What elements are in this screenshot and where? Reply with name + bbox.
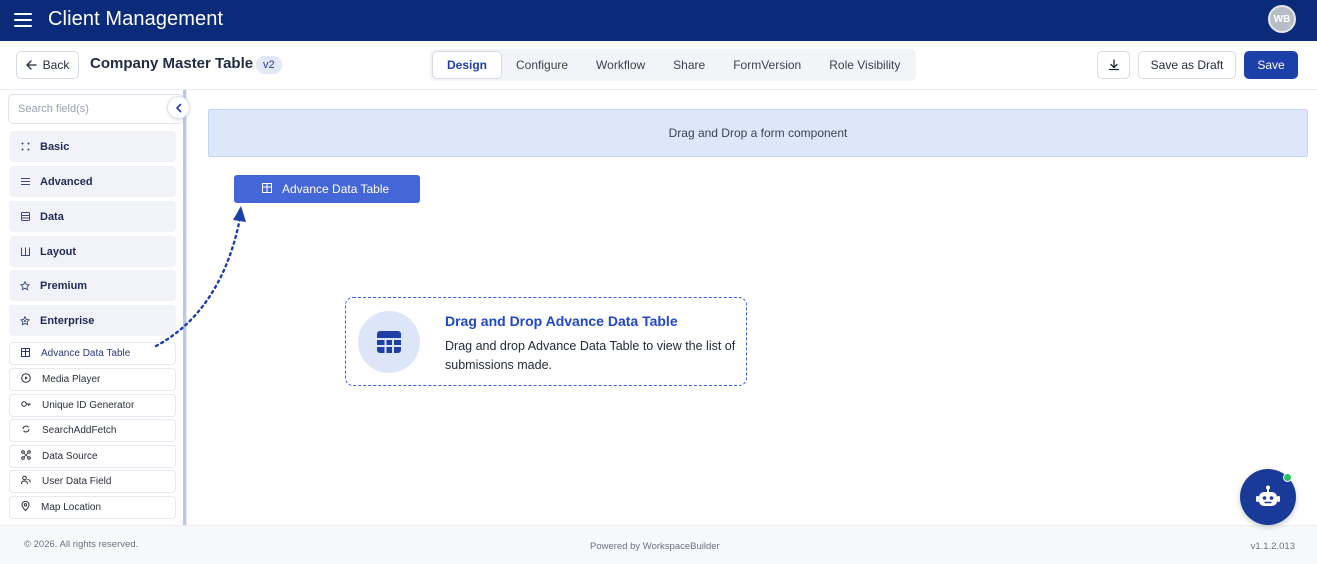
hint-description: Drag and drop Advance Data Table to view… (445, 339, 736, 372)
download-icon (1108, 59, 1119, 71)
fetch-icon (21, 424, 31, 437)
powered-by-text: Powered by WorkspaceBuilder (590, 541, 720, 552)
field-data-source[interactable]: Data Source (9, 445, 176, 468)
tab-share[interactable]: Share (659, 51, 719, 79)
layout-icon (20, 247, 30, 257)
search-placeholder: Search field(s) (18, 103, 89, 115)
collapse-sidebar-button[interactable] (167, 96, 190, 119)
field-label: SearchAddFetch (42, 425, 117, 436)
online-status-dot (1283, 473, 1292, 482)
save-button[interactable]: Save (1244, 51, 1298, 79)
nodes-icon (21, 450, 31, 463)
category-basic[interactable]: Basic (9, 131, 176, 162)
search-input[interactable]: Search field(s) (8, 94, 184, 124)
category-label: Enterprise (40, 314, 95, 327)
tab-design[interactable]: Design (432, 51, 503, 79)
dragged-component[interactable]: Advance Data Table (234, 175, 420, 203)
table-icon (262, 182, 272, 196)
hint-card: Drag and Drop Advance Data Table Drag an… (345, 297, 747, 386)
download-button[interactable] (1097, 51, 1130, 79)
field-media-player[interactable]: Media Player (9, 368, 176, 391)
field-label: Unique ID Generator (42, 400, 135, 411)
field-label: Advance Data Table (41, 348, 131, 359)
footer: © 2026. All rights reserved. Powered by … (0, 525, 1317, 564)
tab-workflow[interactable]: Workflow (582, 51, 659, 79)
dropzone-text: Drag and Drop a form component (668, 126, 848, 140)
map-pin-icon (21, 500, 30, 514)
tab-configure[interactable]: Configure (502, 51, 582, 79)
hint-icon-circle (358, 311, 420, 373)
top-app-bar: Client Management WB (0, 0, 1317, 41)
field-user-data-field[interactable]: User Data Field (9, 470, 176, 493)
database-icon (20, 212, 30, 222)
grid-dots-icon (20, 142, 30, 152)
copyright-text: © 2026. All rights reserved. (24, 539, 139, 550)
form-toolbar: Back Company Master Table v2 Design Conf… (0, 41, 1317, 90)
back-label: Back (42, 58, 70, 72)
hamburger-icon[interactable] (14, 13, 32, 27)
version-text: v1.1.2.013 (1250, 541, 1295, 552)
save-as-draft-button[interactable]: Save as Draft (1138, 51, 1236, 79)
version-badge: v2 (256, 56, 282, 74)
tab-role-visibility[interactable]: Role Visibility (815, 51, 914, 79)
chevron-left-icon (175, 103, 181, 112)
category-label: Data (40, 210, 64, 223)
page-title: Company Master Table (90, 55, 254, 72)
drag-arrow-icon (154, 206, 246, 348)
category-advanced[interactable]: Advanced (9, 166, 176, 197)
users-icon (21, 475, 31, 488)
category-label: Layout (40, 245, 77, 258)
back-button[interactable]: Back (16, 51, 79, 79)
field-label: User Data Field (42, 476, 112, 487)
star-icon (20, 280, 30, 291)
key-icon (21, 399, 31, 412)
category-label: Premium (40, 279, 88, 292)
field-label: Media Player (42, 374, 101, 385)
field-unique-id-generator[interactable]: Unique ID Generator (9, 394, 176, 417)
dropzone[interactable]: Drag and Drop a form component (208, 109, 1308, 157)
field-searchaddfetch[interactable]: SearchAddFetch (9, 419, 176, 442)
table-icon (21, 347, 30, 360)
tab-bar: Design Configure Workflow Share FormVers… (430, 49, 917, 81)
arrow-left-icon (26, 60, 37, 70)
dragged-component-label: Advance Data Table (282, 182, 390, 196)
bot-icon (1256, 485, 1280, 506)
category-label: Advanced (40, 175, 93, 188)
tab-formversion[interactable]: FormVersion (719, 51, 815, 79)
table-icon (377, 331, 401, 353)
field-map-location[interactable]: Map Location (9, 496, 176, 519)
field-label: Data Source (42, 451, 98, 462)
avatar[interactable]: WB (1268, 5, 1296, 33)
list-icon (20, 177, 30, 187)
play-circle-icon (21, 373, 31, 386)
app-title: Client Management (48, 8, 224, 30)
hint-title: Drag and Drop Advance Data Table (445, 313, 678, 329)
field-label: Map Location (41, 502, 102, 513)
badge-icon (20, 315, 30, 326)
category-label: Basic (40, 140, 70, 153)
form-canvas[interactable]: Drag and Drop a form component Advance D… (188, 90, 1317, 525)
